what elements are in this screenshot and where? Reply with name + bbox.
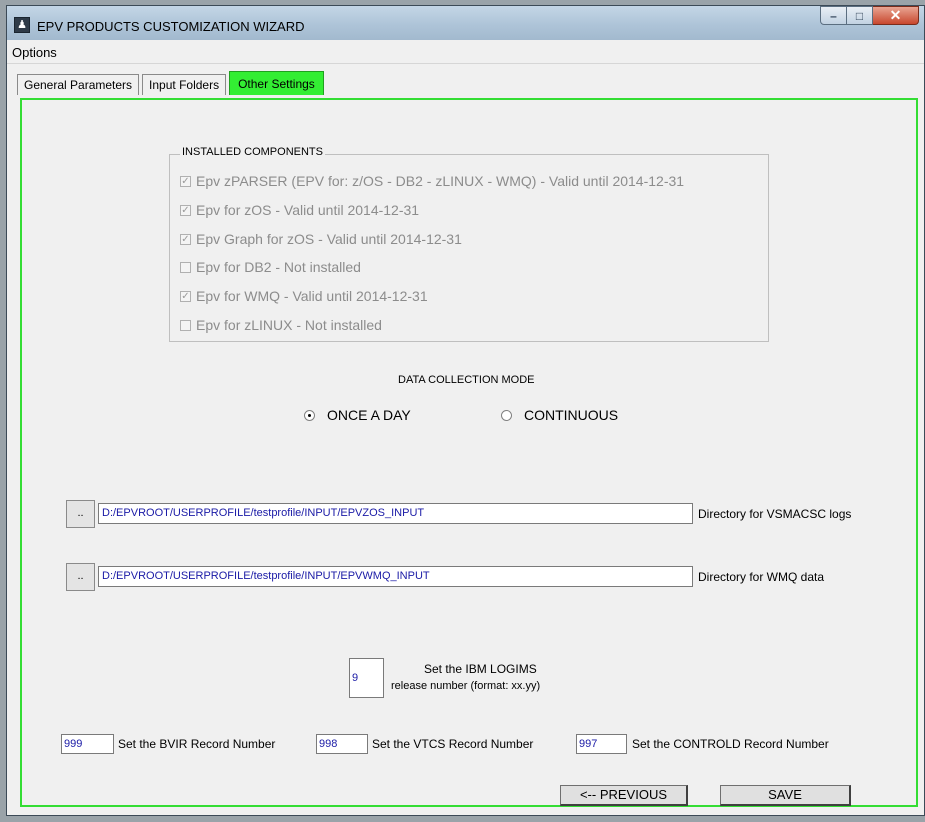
close-button[interactable]: ✕ — [873, 6, 919, 25]
menu-bar: Options — [7, 41, 924, 64]
tab-input-folders[interactable]: Input Folders — [142, 74, 227, 95]
vtcs-record-input[interactable]: 998 — [316, 734, 368, 754]
logims-label-line2: release number (format: xx.yy) — [391, 680, 541, 692]
radio-once-a-day[interactable]: ONCE A DAY — [304, 407, 411, 423]
component-zlinux: Epv for zLINUX - Not installed — [180, 317, 382, 333]
window-title: EPV PRODUCTS CUSTOMIZATION WIZARD — [37, 19, 305, 34]
vsmacsc-path-label: Directory for VSMACSC logs — [698, 507, 852, 521]
data-collection-mode-title: DATA COLLECTION MODE — [398, 374, 535, 386]
component-zos: ✓ Epv for zOS - Valid until 2014-12-31 — [180, 202, 419, 218]
vsmacsc-path-input[interactable]: D:/EPVROOT/USERPROFILE/testprofile/INPUT… — [98, 503, 693, 524]
component-label: Epv zPARSER (EPV for: z/OS - DB2 - zLINU… — [196, 173, 685, 189]
radio-once-a-day-indicator[interactable] — [304, 409, 315, 421]
checkbox-graph-zos: ✓ — [180, 233, 191, 245]
component-label: Epv Graph for zOS - Valid until 2014-12-… — [196, 231, 462, 247]
checkbox-zos: ✓ — [180, 204, 191, 216]
radio-continuous[interactable]: CONTINUOUS — [501, 407, 618, 423]
maximize-button[interactable]: □ — [847, 6, 873, 25]
title-bar: ♟ EPV PRODUCTS CUSTOMIZATION WIZARD – □ … — [7, 6, 924, 40]
save-button[interactable]: SAVE — [720, 785, 851, 806]
browse-vsmacsc-button[interactable]: .. — [66, 500, 95, 528]
app-icon: ♟ — [14, 17, 30, 33]
component-db2: Epv for DB2 - Not installed — [180, 259, 361, 275]
component-label: Epv for zOS - Valid until 2014-12-31 — [196, 202, 420, 218]
tab-general-parameters[interactable]: General Parameters — [17, 74, 140, 95]
tab-other-settings[interactable]: Other Settings — [229, 71, 324, 95]
checkbox-db2 — [180, 261, 191, 273]
component-zparser: ✓ Epv zPARSER (EPV for: z/OS - DB2 - zLIN… — [180, 173, 684, 189]
minimize-button[interactable]: – — [820, 6, 847, 25]
installed-components-title: INSTALLED COMPONENTS — [180, 146, 325, 158]
menu-options[interactable]: Options — [12, 45, 57, 60]
component-wmq: ✓ Epv for WMQ - Valid until 2014-12-31 — [180, 288, 428, 304]
bvir-record-input[interactable]: 999 — [61, 734, 114, 754]
checkbox-zparser: ✓ — [180, 175, 191, 187]
previous-button[interactable]: <-- PREVIOUS — [560, 785, 688, 806]
wmq-path-input[interactable]: D:/EPVROOT/USERPROFILE/testprofile/INPUT… — [98, 566, 693, 587]
radio-continuous-label: CONTINUOUS — [524, 407, 619, 423]
component-graph-zos: ✓ Epv Graph for zOS - Valid until 2014-12… — [180, 231, 462, 247]
component-label: Epv for zLINUX - Not installed — [196, 317, 382, 333]
tab-strip: General Parameters Input Folders Other S… — [17, 71, 327, 95]
radio-continuous-indicator[interactable] — [501, 409, 512, 421]
component-label: Epv for WMQ - Valid until 2014-12-31 — [196, 288, 428, 304]
wmq-path-label: Directory for WMQ data — [698, 570, 825, 584]
logims-release-input[interactable]: 9 — [349, 658, 384, 698]
window-controls: – □ ✕ — [820, 6, 919, 25]
radio-once-a-day-label: ONCE A DAY — [327, 407, 411, 423]
checkbox-zlinux — [180, 319, 191, 331]
controld-record-label: Set the CONTROLD Record Number — [632, 737, 829, 751]
vtcs-record-label: Set the VTCS Record Number — [372, 737, 534, 751]
browse-wmq-button[interactable]: .. — [66, 563, 95, 591]
component-label: Epv for DB2 - Not installed — [196, 259, 361, 275]
bvir-record-label: Set the BVIR Record Number — [118, 737, 276, 751]
controld-record-input[interactable]: 997 — [576, 734, 627, 754]
logims-label-line1: Set the IBM LOGIMS — [424, 662, 537, 676]
checkbox-wmq: ✓ — [180, 290, 191, 302]
